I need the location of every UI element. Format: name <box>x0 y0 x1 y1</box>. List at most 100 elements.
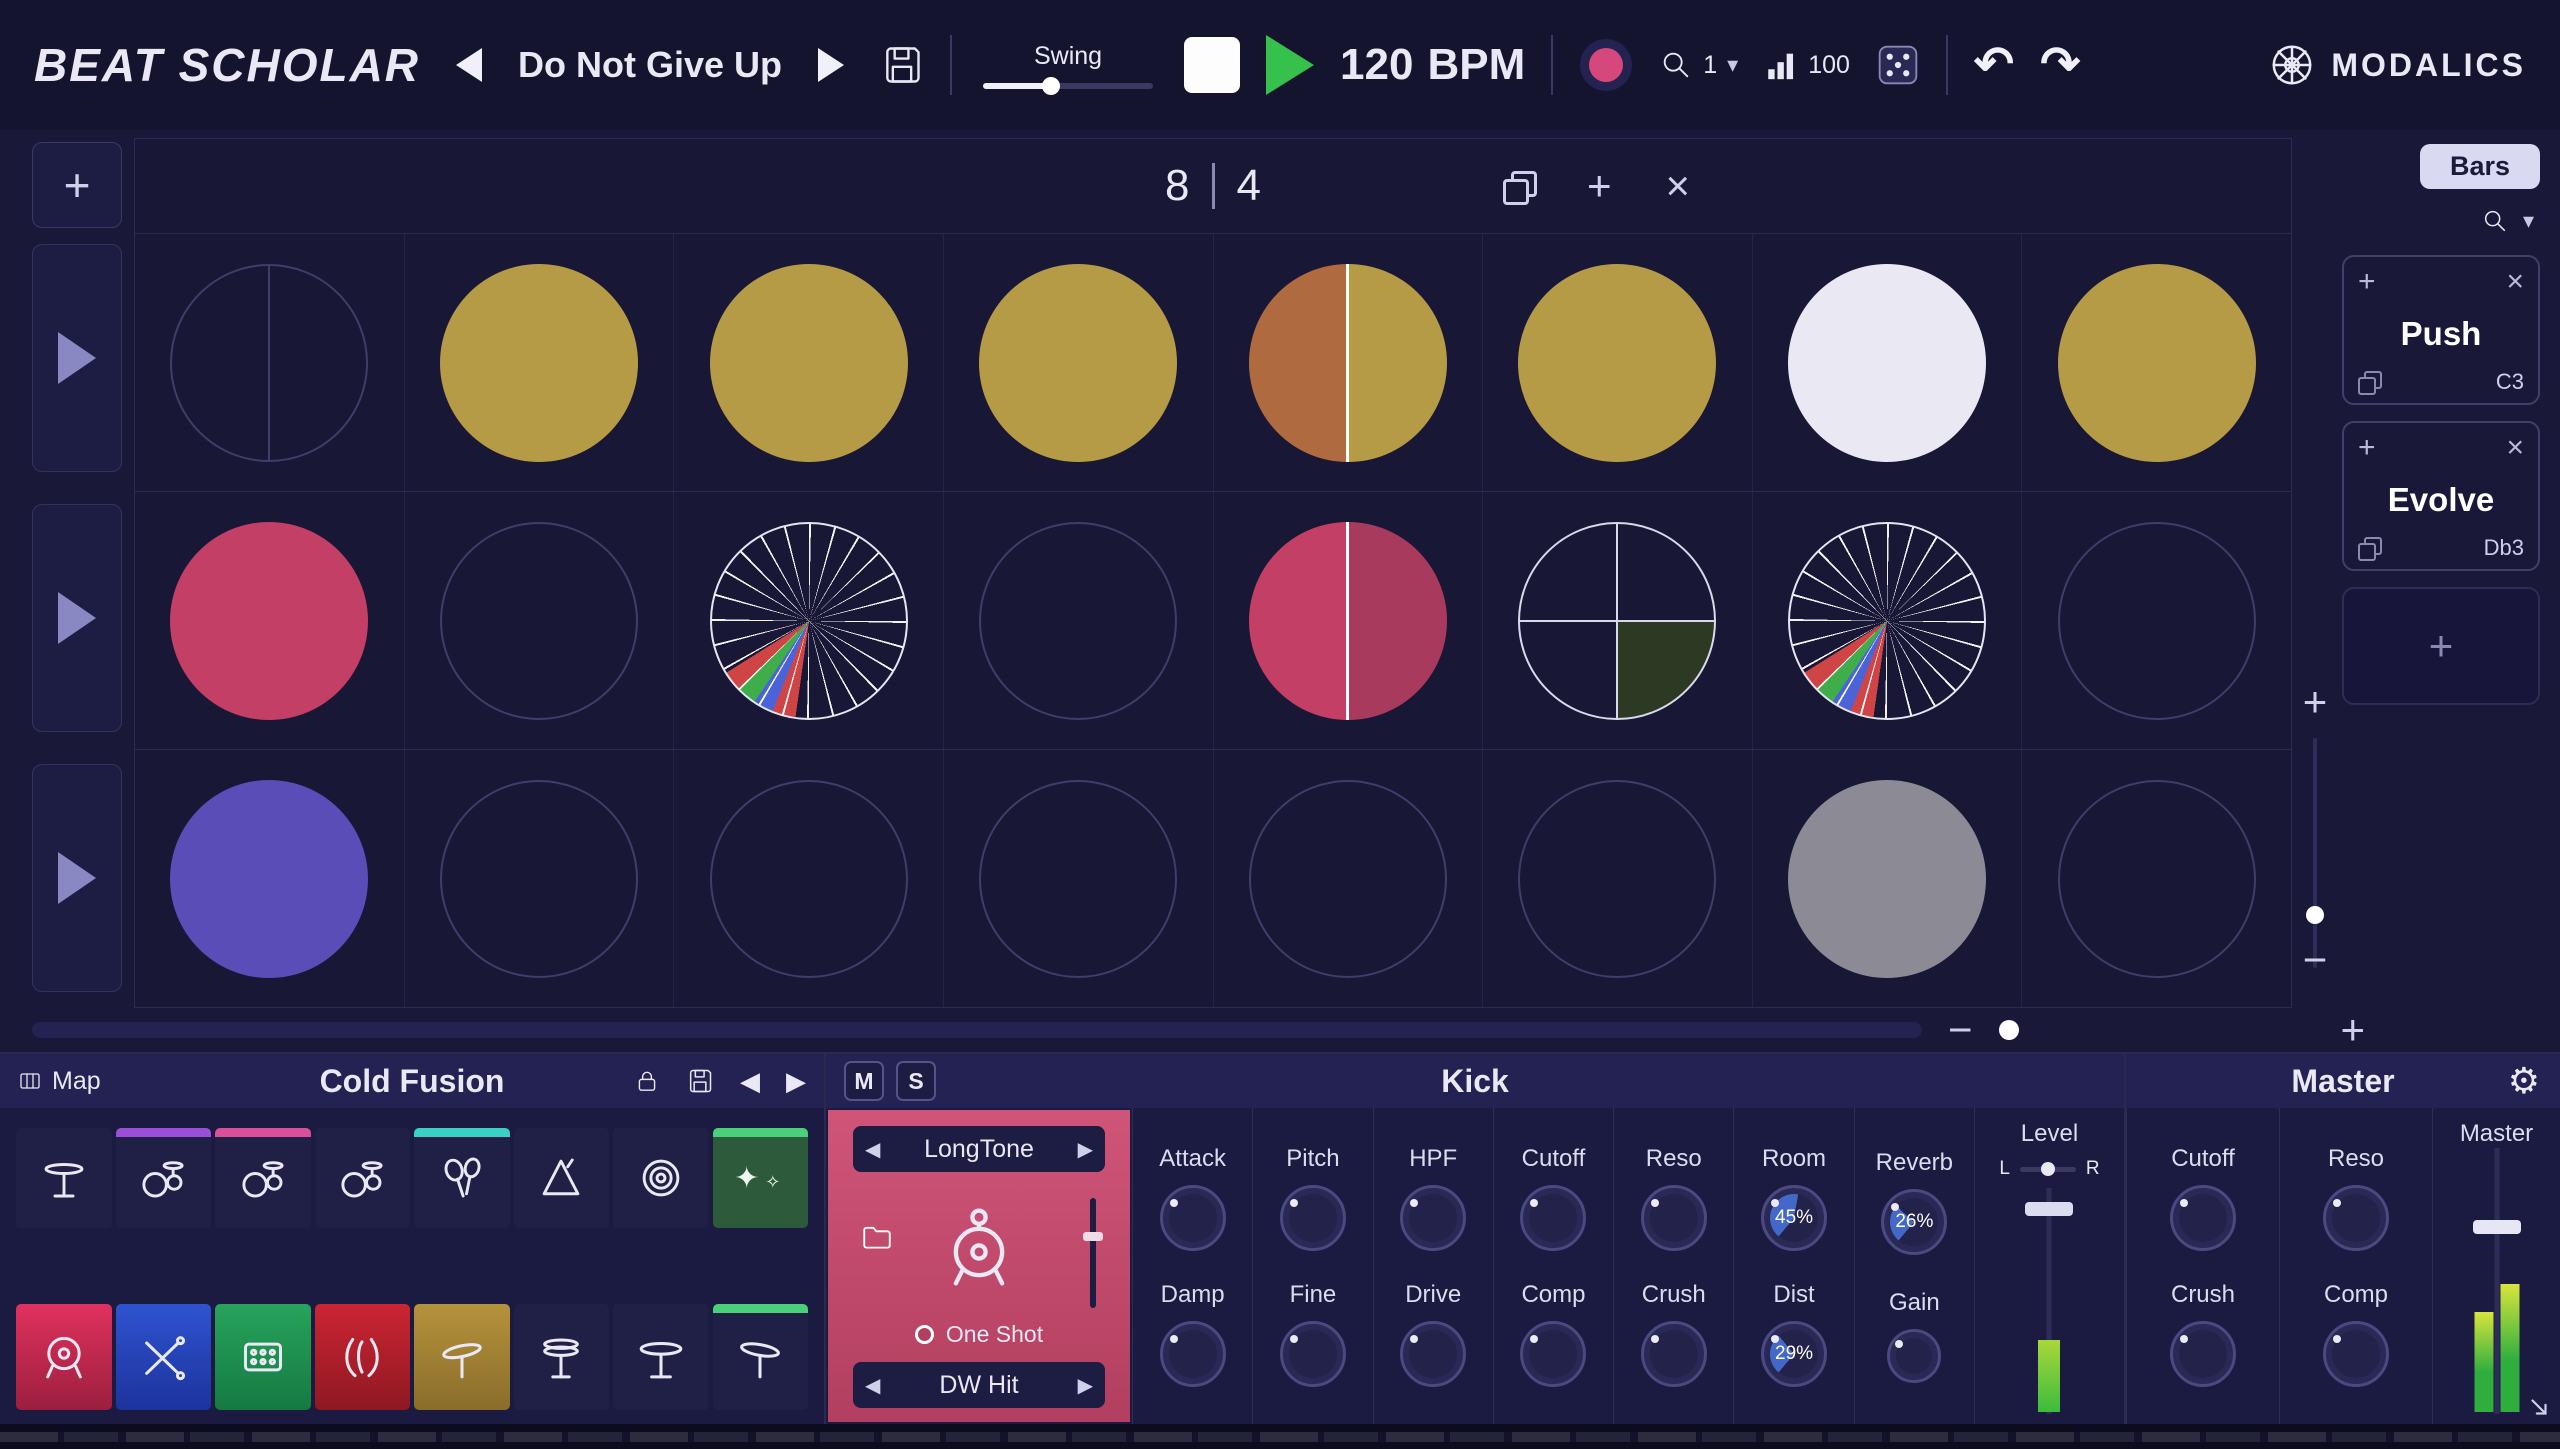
pan-handle[interactable] <box>2041 1162 2055 1176</box>
one-shot-toggle[interactable]: One Shot <box>915 1321 1043 1348</box>
pad-drum-kit[interactable] <box>215 1128 311 1228</box>
add-pattern-icon[interactable]: + <box>1587 165 1612 207</box>
beat-circle[interactable] <box>440 780 638 978</box>
sample-volume-slider[interactable] <box>1090 1198 1096 1308</box>
pad-hi-hat-cymbal[interactable] <box>16 1128 112 1228</box>
zoom-out-horizontal-button[interactable]: − <box>1948 1009 1973 1051</box>
mute-button[interactable]: M <box>844 1061 884 1101</box>
beat-circle[interactable] <box>1788 264 1986 462</box>
level-fader-handle[interactable] <box>2025 1202 2073 1216</box>
crush-knob[interactable] <box>1641 1321 1707 1387</box>
beat-circle[interactable] <box>1518 264 1716 462</box>
beat-circle[interactable] <box>440 522 638 720</box>
master-fader-handle[interactable] <box>2473 1220 2521 1234</box>
next-sample-button[interactable]: ▶ <box>1078 1137 1093 1162</box>
zoom-out-vertical-button[interactable]: − <box>2303 936 2328 984</box>
bar-card-evolve[interactable]: + × Evolve Db3 <box>2342 421 2540 571</box>
damp-knob[interactable] <box>1160 1321 1226 1387</box>
record-button[interactable] <box>1589 48 1623 82</box>
pad-kick-drum[interactable] <box>16 1304 112 1410</box>
beat-circle[interactable] <box>1788 780 1986 978</box>
pad-drum-kit[interactable] <box>116 1128 212 1228</box>
add-icon[interactable]: + <box>2358 265 2376 299</box>
bpm-display[interactable]: 120 BPM <box>1340 40 1525 90</box>
beat-circle[interactable] <box>170 264 368 462</box>
pitch-knob[interactable] <box>1280 1185 1346 1251</box>
gain-knob[interactable] <box>1887 1329 1941 1383</box>
beat-circle[interactable] <box>979 264 1177 462</box>
hpf-knob[interactable] <box>1400 1185 1466 1251</box>
beat-circle[interactable] <box>440 264 638 462</box>
swing-slider[interactable] <box>983 83 1153 89</box>
beat-circle[interactable] <box>1518 522 1716 720</box>
bars-tab-button[interactable]: Bars <box>2420 144 2540 189</box>
velocity-display[interactable]: 100 <box>1764 48 1850 82</box>
gear-icon[interactable]: ⚙ <box>2508 1060 2540 1102</box>
beat-circle[interactable] <box>2058 264 2256 462</box>
sample-volume-handle[interactable] <box>1083 1232 1103 1241</box>
lock-icon[interactable] <box>634 1068 660 1094</box>
prev-hit-button[interactable]: ◀ <box>865 1373 880 1398</box>
undo-button[interactable]: ↶ <box>1974 41 2014 89</box>
close-icon[interactable]: × <box>2506 265 2524 299</box>
next-hit-button[interactable]: ▶ <box>1078 1373 1093 1398</box>
beat-circle[interactable] <box>1788 522 1986 720</box>
fine-knob[interactable] <box>1280 1321 1346 1387</box>
beat-circle[interactable] <box>2058 522 2256 720</box>
duplicate-pattern-icon[interactable] <box>1503 171 1533 201</box>
reverb-knob[interactable]: 26% <box>1881 1189 1947 1255</box>
dice-icon[interactable] <box>1876 43 1920 87</box>
map-button[interactable]: Map <box>18 1067 101 1096</box>
beat-circle[interactable] <box>979 780 1177 978</box>
master-crush-knob[interactable] <box>2170 1321 2236 1387</box>
copy-icon[interactable] <box>2358 371 2380 393</box>
reso-knob[interactable] <box>1641 1185 1707 1251</box>
vertical-zoom-handle[interactable] <box>2306 906 2324 924</box>
redo-button[interactable]: ↷ <box>2040 41 2080 89</box>
beat-circle[interactable] <box>1249 780 1447 978</box>
beat-circle[interactable] <box>710 522 908 720</box>
folder-icon[interactable] <box>860 1220 894 1254</box>
zoom-in-vertical-button[interactable]: + <box>2303 678 2328 726</box>
pad-hi-hat-stand[interactable] <box>514 1304 610 1410</box>
os-taskbar[interactable] <box>0 1424 2560 1449</box>
copy-icon[interactable] <box>2358 537 2380 559</box>
pad-clap[interactable] <box>315 1304 411 1410</box>
prev-kit-button[interactable]: ◀ <box>740 1066 760 1097</box>
add-bar-card[interactable]: + <box>2342 587 2540 705</box>
delete-pattern-icon[interactable]: × <box>1666 165 1691 207</box>
beat-circle[interactable] <box>2058 780 2256 978</box>
pad-drum-kit[interactable] <box>315 1128 411 1228</box>
next-kit-button[interactable]: ▶ <box>786 1066 806 1097</box>
pad-drumsticks[interactable] <box>116 1304 212 1410</box>
row-2-play-button[interactable] <box>32 504 122 732</box>
stop-button[interactable] <box>1184 37 1240 93</box>
pad-sparkles[interactable]: ✦✧ <box>713 1128 809 1228</box>
zoom-in-horizontal-button[interactable]: + <box>2341 1009 2366 1051</box>
master-comp-knob[interactable] <box>2323 1321 2389 1387</box>
horizontal-scrollbar[interactable] <box>32 1022 1922 1038</box>
beat-circle[interactable] <box>1518 780 1716 978</box>
pad-ride-cymbal[interactable] <box>613 1304 709 1410</box>
vertical-zoom-track[interactable] <box>2313 738 2317 968</box>
drive-knob[interactable] <box>1400 1321 1466 1387</box>
horizontal-zoom-handle[interactable] <box>1999 1020 2019 1040</box>
beat-circle[interactable] <box>1249 522 1447 720</box>
save-icon[interactable] <box>686 1067 714 1095</box>
room-knob[interactable]: 45% <box>1761 1185 1827 1251</box>
beat-circle[interactable] <box>170 522 368 720</box>
pad-triangle[interactable] <box>514 1128 610 1228</box>
beat-circle[interactable] <box>170 780 368 978</box>
master-reso-knob[interactable] <box>2323 1185 2389 1251</box>
pad-drum-machine[interactable] <box>215 1304 311 1410</box>
prev-sample-button[interactable]: ◀ <box>865 1137 880 1162</box>
beat-circle[interactable] <box>710 264 908 462</box>
play-button[interactable] <box>1266 35 1314 95</box>
add-track-button[interactable]: + <box>32 142 122 228</box>
beat-circle[interactable] <box>979 522 1177 720</box>
add-icon[interactable]: + <box>2358 431 2376 465</box>
save-icon[interactable] <box>880 43 924 87</box>
pad-cymbal[interactable] <box>414 1304 510 1410</box>
beat-circle[interactable] <box>710 780 908 978</box>
cutoff-knob[interactable] <box>1520 1185 1586 1251</box>
